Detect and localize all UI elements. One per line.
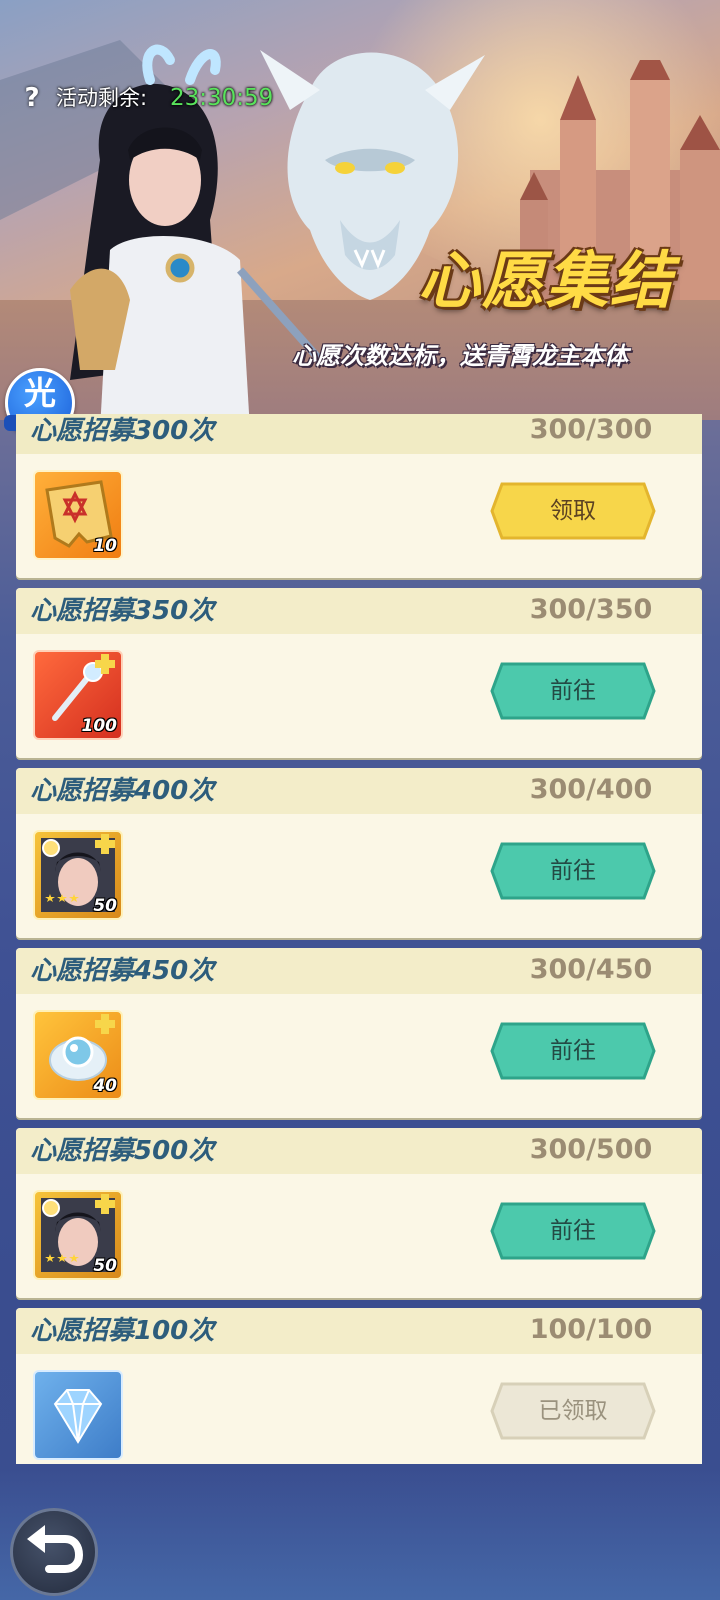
task-title: 心愿招募450次 <box>30 956 215 986</box>
task-progress: 300/350 <box>529 594 653 625</box>
claimed-button: 已领取 <box>490 1382 656 1440</box>
task-title: 心愿招募100次 <box>30 1316 215 1346</box>
task-list[interactable]: 心愿招募300次 300/300 10 领取 心愿招募350次 300/350 … <box>16 414 702 1464</box>
orb-shard-icon[interactable]: 40 <box>33 1010 123 1100</box>
task-title: 心愿招募300次 <box>30 416 215 446</box>
diamond-art <box>53 1389 103 1444</box>
task-progress: 100/100 <box>529 1314 653 1345</box>
task-progress: 300/300 <box>529 414 653 445</box>
reward-count: 50 <box>93 896 117 916</box>
goto-button-label: 前往 <box>550 1038 596 1064</box>
back-arrow-icon <box>27 1525 84 1573</box>
event-title: 心愿集结 <box>418 244 675 317</box>
assistant-badge-glyph: 光 <box>23 374 56 412</box>
diamond-icon[interactable] <box>33 1370 123 1460</box>
activity-timer-label: 活动剩余: <box>56 86 148 110</box>
task-card: 心愿招募350次 300/350 100 前往 <box>16 588 702 758</box>
goto-button-label: 前往 <box>550 1218 596 1244</box>
goto-button-label: 前往 <box>550 678 596 704</box>
goto-button-label: 前往 <box>550 858 596 884</box>
task-card: 心愿招募300次 300/300 10 领取 <box>16 414 702 578</box>
event-banner: ? 活动剩余: 23:30:59 心愿集结 心愿次数达标，送青霄龙主本体 <box>0 0 720 420</box>
goto-button[interactable]: 前往 <box>490 1202 656 1260</box>
scroll-icon[interactable]: 10 <box>33 470 123 560</box>
goto-button[interactable]: 前往 <box>490 662 656 720</box>
back-button[interactable] <box>10 1508 98 1596</box>
bottom-shade <box>0 1466 720 1600</box>
reward-count: 100 <box>81 716 118 736</box>
scepter-shard-icon[interactable]: 100 <box>33 650 123 740</box>
task-title: 心愿招募400次 <box>30 776 215 806</box>
event-subtitle: 心愿次数达标，送青霄龙主本体 <box>292 342 628 370</box>
task-card: 心愿招募400次 300/400 50 前往 <box>16 768 702 938</box>
task-card: 心愿招募450次 300/450 40 前往 <box>16 948 702 1118</box>
goto-button[interactable]: 前往 <box>490 1022 656 1080</box>
goto-button[interactable]: 前往 <box>490 842 656 900</box>
help-icon[interactable]: ? <box>20 84 44 112</box>
task-title: 心愿招募350次 <box>30 596 215 626</box>
reward-count: 50 <box>93 1256 117 1276</box>
task-card: 心愿招募500次 300/500 50 前往 <box>16 1128 702 1298</box>
hero-shard-icon[interactable]: 50 <box>33 1190 123 1280</box>
task-progress: 300/400 <box>529 774 653 805</box>
claimed-button-label: 已领取 <box>538 1398 608 1424</box>
activity-timer-value: 23:30:59 <box>170 85 274 111</box>
task-title: 心愿招募500次 <box>30 1136 215 1166</box>
reward-count: 40 <box>93 1076 117 1096</box>
claim-button[interactable]: 领取 <box>490 482 656 540</box>
claim-button-label: 领取 <box>550 498 596 524</box>
task-progress: 300/450 <box>529 954 653 985</box>
task-card: 心愿招募100次 100/100 已领取 <box>16 1308 702 1464</box>
activity-screen: ? 活动剩余: 23:30:59 心愿集结 心愿次数达标，送青霄龙主本体 光 光… <box>0 0 720 1600</box>
reward-count: 10 <box>93 536 117 556</box>
hero-shard-icon[interactable]: 50 <box>33 830 123 920</box>
task-progress: 300/500 <box>529 1134 653 1165</box>
